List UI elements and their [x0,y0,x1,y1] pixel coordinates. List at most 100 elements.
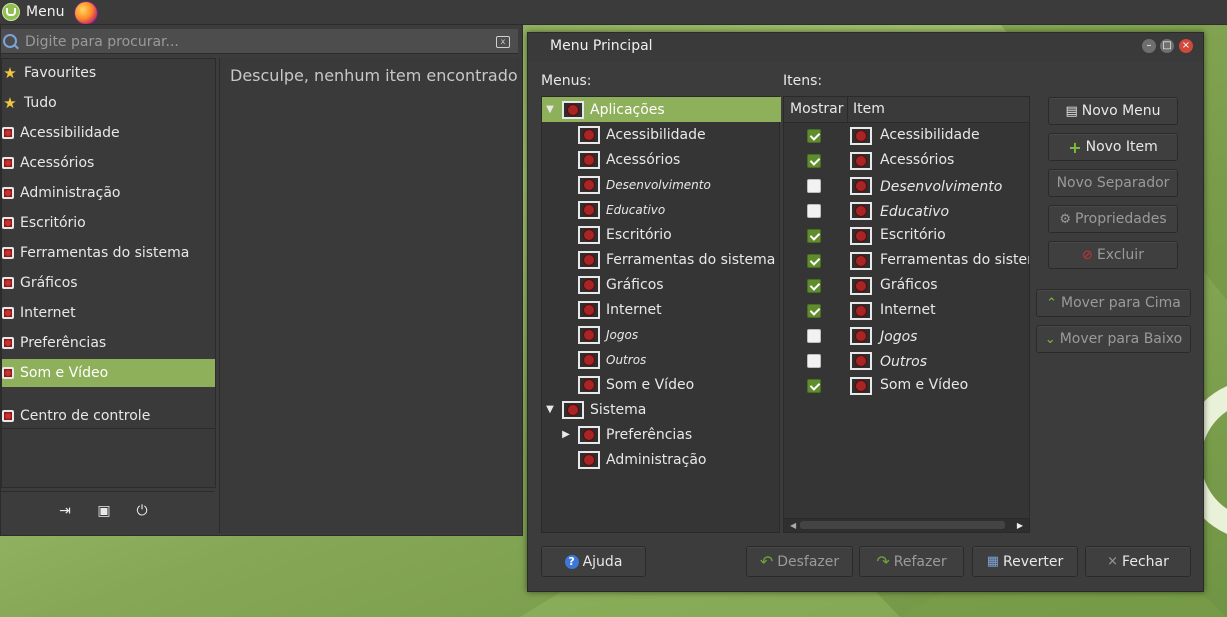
category-tudo[interactable]: ★ Tudo [2,89,215,117]
app-icon [2,127,14,139]
show-checkbox[interactable] [807,379,821,393]
item-row[interactable]: Acessórios [784,149,1029,174]
app-icon [2,367,14,379]
move-down-button[interactable]: ⌄ Mover para Baixo [1036,325,1191,353]
tree-row[interactable]: Administração [542,447,815,472]
tree-row[interactable]: Jogos [542,322,815,347]
tree-row[interactable]: Som e Vídeo [542,372,815,397]
expander-down-icon[interactable]: ▼ [544,104,556,115]
item-label: Jogos [880,329,918,345]
button-label: Propriedades [1075,211,1167,227]
item-row[interactable]: Escritório [784,224,1029,249]
scroll-left-icon[interactable]: ◀ [790,521,796,530]
lock-screen-icon[interactable]: ▣ [95,502,113,520]
tree-row[interactable]: Desenvolvimento [542,172,815,197]
category-centro-de-controle[interactable]: Centro de controle [2,402,215,430]
tree-row[interactable]: Gráficos [542,272,815,297]
column-show[interactable]: Mostrar [790,101,844,117]
category-administracao[interactable]: Administração [2,179,215,207]
category-som-e-video[interactable]: Som e Vídeo [2,359,215,387]
item-row[interactable]: Outros [784,349,1029,374]
show-checkbox[interactable] [807,229,821,243]
show-checkbox[interactable] [807,279,821,293]
redo-button[interactable]: ↷ Refazer [859,546,964,577]
scroll-right-icon[interactable]: ▶ [1017,521,1023,530]
logout-icon[interactable]: ⇥ [56,502,74,520]
show-checkbox[interactable] [807,154,821,168]
firefox-icon[interactable] [74,1,98,25]
close-button[interactable]: × Fechar [1085,546,1191,577]
show-checkbox[interactable] [807,254,821,268]
show-checkbox[interactable] [807,304,821,318]
category-label: Internet [20,305,76,321]
mint-logo-icon [2,3,20,21]
expander-right-icon[interactable]: ▶ [560,429,572,440]
item-row[interactable]: Acessibilidade [784,124,1029,149]
search-input[interactable] [23,30,497,54]
category-ferramentas[interactable]: Ferramentas do sistema [2,239,215,267]
item-label: Acessórios [880,152,955,168]
tree-row-preferencias[interactable]: ▶ Preferências [542,422,797,447]
delete-button[interactable]: ⊘ Excluir [1048,241,1178,269]
dialog-title: Menu Principal [550,38,653,54]
horizontal-scrollbar[interactable]: ◀ ▶ [784,518,1029,532]
category-escritorio[interactable]: Escritório [2,209,215,237]
item-row[interactable]: Ferramentas do sistema [784,249,1029,274]
revert-button[interactable]: ▦ Reverter [972,546,1078,577]
category-internet[interactable]: Internet [2,299,215,327]
category-acessorios[interactable]: Acessórios [2,149,215,177]
move-up-button[interactable]: ⌃ Mover para Cima [1036,289,1191,317]
app-icon [850,127,872,145]
tree-label: Internet [606,301,662,318]
tree-row[interactable]: Acessórios [542,147,815,172]
tree-row[interactable]: Outros [542,347,815,372]
tree-row[interactable]: Ferramentas do sistema [542,247,815,272]
category-acessibilidade[interactable]: Acessibilidade [2,119,215,147]
item-row[interactable]: Jogos [784,324,1029,349]
category-favourites[interactable]: ★ Favourites [2,59,215,87]
category-label: Som e Vídeo [20,365,109,381]
scroll-thumb[interactable] [800,521,1005,529]
item-row[interactable]: Internet [784,299,1029,324]
show-checkbox[interactable] [807,329,821,343]
expander-down-icon[interactable]: ▼ [544,404,556,415]
show-checkbox[interactable] [807,129,821,143]
tree-row[interactable]: Internet [542,297,815,322]
power-icon[interactable]: ⏻ [133,502,151,520]
tree-row-aplicacoes[interactable]: ▼ Aplicações [542,97,781,122]
new-item-button[interactable]: + Novo Item [1048,133,1178,161]
item-row[interactable]: Som e Vídeo [784,374,1029,399]
item-row[interactable]: Desenvolvimento [784,174,1029,199]
column-item[interactable]: Item [853,101,885,117]
clear-search-icon[interactable]: x [496,36,510,48]
category-graficos[interactable]: Gráficos [2,269,215,297]
undo-button[interactable]: ↶ Desfazer [746,546,853,577]
button-label: Mover para Cima [1061,295,1181,311]
tree-row[interactable]: Escritório [542,222,815,247]
item-row[interactable]: Gráficos [784,274,1029,299]
help-button[interactable]: ? Ajuda [541,546,646,577]
delete-icon: ⊘ [1082,247,1093,263]
new-menu-button[interactable]: ▤ Novo Menu [1048,97,1178,125]
maximize-icon[interactable]: □ [1160,39,1174,53]
chevron-down-icon: ⌄ [1044,331,1056,347]
category-preferencias[interactable]: Preferências [2,329,215,357]
search-icon [3,34,17,48]
new-separator-button[interactable]: Novo Separador [1048,169,1178,197]
tree-label: Gráficos [606,276,664,293]
minimize-icon[interactable]: – [1142,39,1156,53]
properties-button[interactable]: ⚙ Propriedades [1048,205,1178,233]
menu-button[interactable]: Menu [0,0,64,24]
tree-row[interactable]: Educativo [542,197,815,222]
close-icon[interactable]: × [1179,39,1193,53]
app-icon [578,425,600,444]
app-icon [850,152,872,170]
show-checkbox[interactable] [807,354,821,368]
tree-row-sistema[interactable]: ▼ Sistema [542,397,781,422]
item-label: Acessibilidade [880,127,980,143]
new-menu-icon: ▤ [1065,103,1078,119]
show-checkbox[interactable] [807,204,821,218]
show-checkbox[interactable] [807,179,821,193]
tree-row[interactable]: Acessibilidade [542,122,815,147]
item-row[interactable]: Educativo [784,199,1029,224]
